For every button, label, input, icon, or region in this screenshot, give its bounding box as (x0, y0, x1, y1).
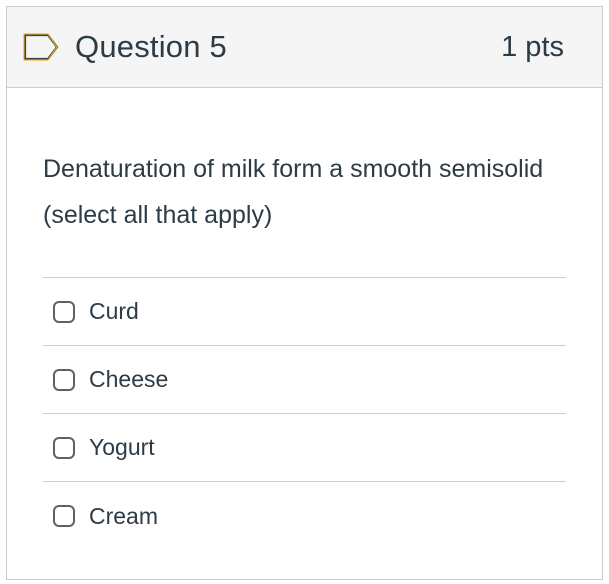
answer-label: Cream (89, 502, 159, 529)
question-header: Question 5 1 pts (7, 7, 602, 88)
answer-label: Curd (89, 298, 139, 324)
answer-list: Curd Cheese Yogurt Cream (43, 277, 566, 550)
answer-checkbox[interactable] (53, 368, 75, 391)
answer-option-curd[interactable]: Curd (43, 278, 566, 346)
answer-label: Cheese (89, 366, 169, 392)
answer-checkbox[interactable] (53, 300, 75, 323)
answer-label: Yogurt (89, 434, 155, 460)
flag-question-icon[interactable] (21, 32, 61, 62)
answer-option-cheese[interactable]: Cheese (43, 346, 566, 414)
question-text: Denaturation of milk form a smooth semis… (43, 155, 544, 229)
answer-option-yogurt[interactable]: Yogurt (43, 414, 566, 482)
question-title: Question 5 (75, 29, 227, 64)
answer-checkbox[interactable] (53, 436, 75, 459)
question-card: Question 5 1 pts Denaturation of milk fo… (6, 6, 603, 580)
question-points: 1 pts (501, 30, 564, 63)
answer-option-cream[interactable]: Cream (43, 482, 566, 550)
answer-checkbox[interactable] (53, 505, 75, 527)
question-body: Denaturation of milk form a smooth semis… (7, 88, 602, 550)
